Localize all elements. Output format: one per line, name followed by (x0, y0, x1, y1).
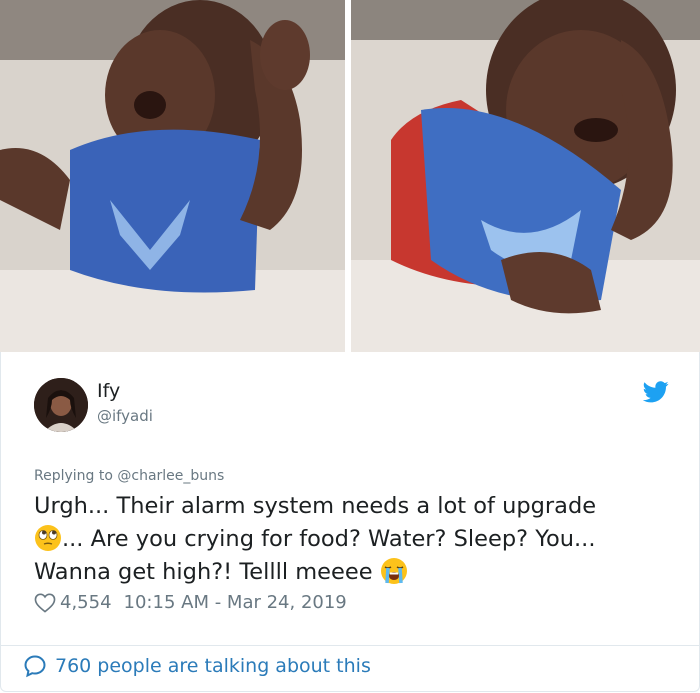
avatar[interactable] (34, 378, 88, 432)
crying-baby-image-1 (0, 0, 345, 352)
eye-roll-emoji (35, 525, 61, 551)
replying-to: Replying to @charlee_buns (34, 468, 224, 484)
timestamp[interactable]: 10:15 AM - Mar 24, 2019 (124, 592, 347, 613)
avatar-image (34, 378, 88, 432)
photo-grid (0, 0, 700, 352)
crying-baby-photo-2[interactable] (351, 0, 700, 352)
user-handle[interactable]: @ifyadi (97, 407, 153, 425)
tweet-text-line-3: Wanna get high?! Tellll meeee (34, 559, 373, 585)
speech-bubble-icon (24, 655, 46, 678)
heart-icon[interactable] (34, 593, 56, 613)
tweet-card: Ify @ifyadi Replying to @charlee_buns Ur… (0, 352, 700, 692)
like-count[interactable]: 4,554 (60, 592, 112, 613)
talking-about-link[interactable]: 760 people are talking about this (23, 654, 371, 678)
tweet-text: Urgh... Their alarm system needs a lot o… (34, 490, 674, 589)
tweet-text-line-2: ... Are you crying for food? Water? Slee… (62, 526, 596, 552)
reply-mention-link[interactable]: @charlee_buns (117, 468, 224, 484)
display-name[interactable]: Ify (97, 380, 120, 402)
crying-baby-photo-1[interactable] (0, 0, 345, 352)
divider (1, 645, 699, 646)
loudly-crying-emoji (380, 558, 407, 584)
replying-prefix: Replying to (34, 468, 118, 484)
tweet-text-line-1: Urgh... Their alarm system needs a lot o… (34, 493, 597, 519)
tweet-meta: 4,554 10:15 AM - Mar 24, 2019 (34, 592, 347, 613)
crying-baby-image-2 (351, 0, 700, 352)
talking-about-label: 760 people are talking about this (55, 655, 371, 677)
twitter-bird-icon[interactable] (643, 381, 669, 403)
